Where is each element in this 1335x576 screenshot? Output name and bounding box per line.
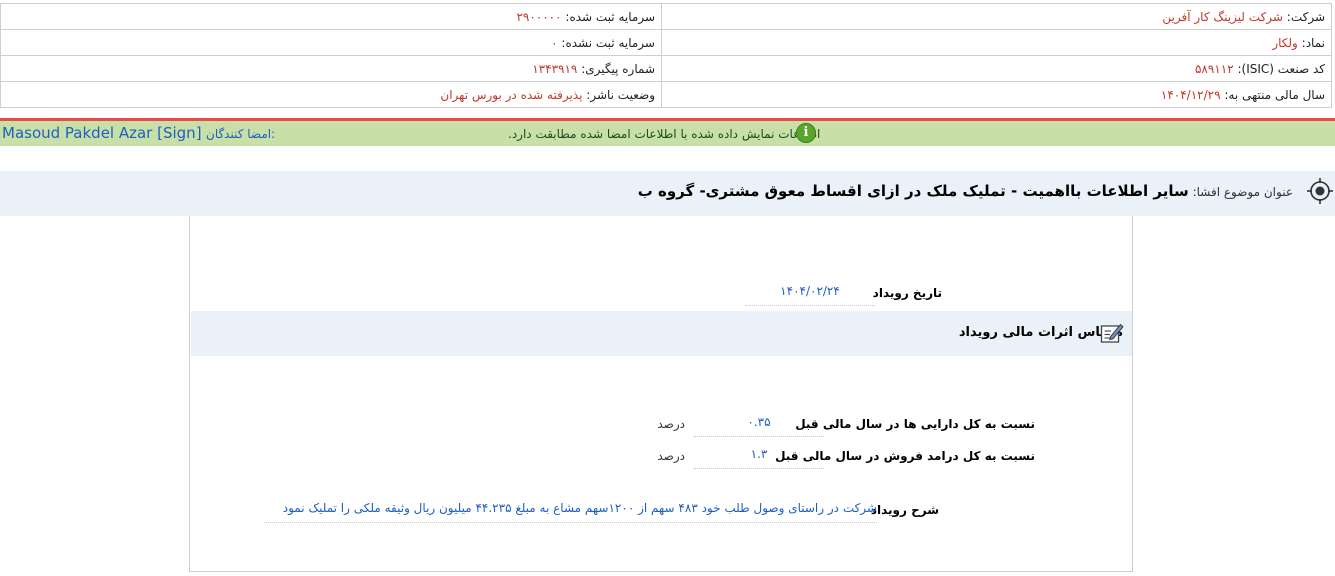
event-date-value: ۱۴۰۴/۰۲/۲۴ xyxy=(745,283,875,306)
event-date-label: تاریخ رویداد xyxy=(872,286,942,300)
info-row: وضعیت ناشر: پذیرفته شده در بورس تهران سا… xyxy=(0,81,1332,108)
company-info-table: سرمایه ثبت شده: ۲۹۰۰۰۰۰ شرکت: شرکت لیزین… xyxy=(0,3,1332,108)
target-icon xyxy=(1307,178,1333,204)
info-icon: i xyxy=(796,123,816,143)
subject-label: عنوان موضوع افشا: xyxy=(1192,185,1293,199)
note-edit-icon xyxy=(1100,323,1124,343)
info-row: شماره پیگیری: ۱۳۴۳۹۱۹ کد صنعت (ISIC): ۵۸… xyxy=(0,55,1332,82)
unregistered-capital-label: سرمایه ثبت نشده: xyxy=(561,35,655,50)
unregistered-capital-cell: سرمایه ثبت نشده: ۰ xyxy=(0,29,662,56)
registered-capital-value: ۲۹۰۰۰۰۰ xyxy=(516,9,562,24)
symbol-value: ولکار xyxy=(1272,35,1298,50)
subject-value: سایر اطلاعات بااهمیت - تملیک ملک در ازای… xyxy=(637,182,1189,200)
signer-link[interactable]: Masoud Pakdel Azar [Sign] xyxy=(2,123,202,143)
publisher-status-label: وضعیت ناشر: xyxy=(586,87,655,102)
symbol-label: نماد: xyxy=(1301,35,1325,50)
fiscal-year-label: سال مالی منتهی به: xyxy=(1224,87,1325,102)
company-value: شرکت لیزینگ کار آفرین xyxy=(1162,9,1283,24)
unregistered-capital-value: ۰ xyxy=(551,35,558,50)
subject-title: عنوان موضوع افشا: سایر اطلاعات بااهمیت -… xyxy=(638,178,1293,205)
isic-label: کد صنعت (ISIC): xyxy=(1237,61,1325,76)
company-label: شرکت: xyxy=(1286,9,1325,24)
metric-revenue-value: ۱.۳ xyxy=(694,446,824,469)
info-row: سرمایه ثبت شده: ۲۹۰۰۰۰۰ شرکت: شرکت لیزین… xyxy=(0,3,1332,30)
metric-revenue-unit: درصد xyxy=(657,449,685,463)
metric-assets-label: نسبت به کل دارایی ها در سال مالی قبل xyxy=(795,417,1035,431)
publisher-status-value: پذیرفته شده در بورس تهران xyxy=(440,87,583,102)
tracking-number-label: شماره پیگیری: xyxy=(581,61,655,76)
event-description-value: شرکت در راستای وصول طلب خود ۴۸۳ سهم از ۱… xyxy=(264,500,877,523)
metric-assets-unit: درصد xyxy=(657,417,685,431)
isic-value: ۵۸۹۱۱۲ xyxy=(1194,61,1234,76)
company-cell: شرکت: شرکت لیزینگ کار آفرین xyxy=(661,3,1332,30)
fiscal-year-cell: سال مالی منتهی به: ۱۴۰۴/۱۲/۲۹ xyxy=(661,81,1332,108)
fiscal-year-value: ۱۴۰۴/۱۲/۲۹ xyxy=(1160,87,1221,102)
symbol-cell: نماد: ولکار xyxy=(661,29,1332,56)
signature-confirm-text: اطلاعات نمایش داده شده با اطلاعات امضا ش… xyxy=(508,127,821,141)
metric-assets-value: ۰.۳۵ xyxy=(694,414,824,437)
registered-capital-label: سرمایه ثبت شده: xyxy=(565,9,655,24)
registered-capital-cell: سرمایه ثبت شده: ۲۹۰۰۰۰۰ xyxy=(0,3,662,30)
publisher-status-cell: وضعیت ناشر: پذیرفته شده در بورس تهران xyxy=(0,81,662,108)
info-row: سرمایه ثبت نشده: ۰ نماد: ولکار xyxy=(0,29,1332,56)
event-description-label: شرح رویداد xyxy=(870,503,939,517)
tracking-number-cell: شماره پیگیری: ۱۳۴۳۹۱۹ xyxy=(0,55,662,82)
financial-effects-title: مقیاس اثرات مالی رویداد xyxy=(958,325,1123,340)
signers-label: امضا کنندگان: xyxy=(206,127,276,141)
tracking-number-value: ۱۳۴۳۹۱۹ xyxy=(532,61,578,76)
isic-cell: کد صنعت (ISIC): ۵۸۹۱۱۲ xyxy=(661,55,1332,82)
